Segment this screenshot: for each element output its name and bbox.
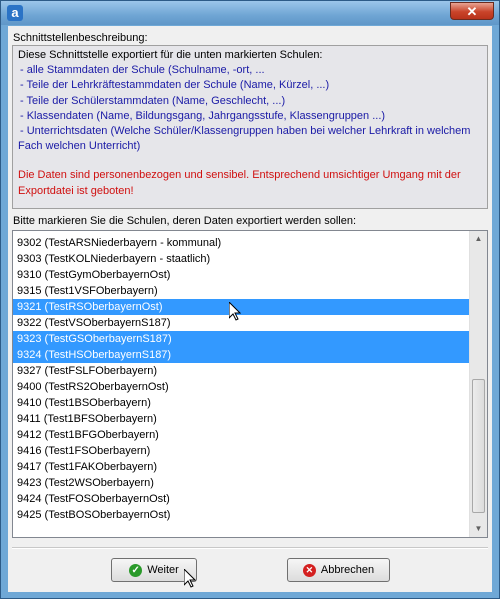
scrollbar-thumb[interactable] xyxy=(472,379,485,513)
school-list-item[interactable]: 9321 (TestRSOberbayernOst) xyxy=(13,299,469,315)
cancel-icon: ✕ xyxy=(302,563,316,577)
abbrechen-button[interactable]: ✕ Abbrechen xyxy=(287,558,390,582)
school-list-title: Bitte markieren Sie die Schulen, deren D… xyxy=(13,215,357,227)
checkmark-icon: ✓ xyxy=(129,563,143,577)
school-list-item[interactable]: 9425 (TestBOSOberbayernOst) xyxy=(13,507,469,523)
school-list-item[interactable]: 9324 (TestHSOberbayernS187) xyxy=(13,347,469,363)
school-list-item[interactable]: 9310 (TestGymOberbayernOst) xyxy=(13,267,469,283)
school-list-item[interactable]: 9302 (TestARSNiederbayern - kommunal) xyxy=(13,235,469,251)
scroll-up-button[interactable]: ▲ xyxy=(471,231,486,247)
description-title: Schnittstellenbeschreibung: xyxy=(13,32,148,44)
privacy-warning-line: Exportdatei ist geboten! xyxy=(18,184,134,197)
scroll-down-button[interactable]: ▼ xyxy=(471,521,486,537)
button-separator xyxy=(12,547,488,549)
school-list-item[interactable]: 9315 (Test1VSFOberbayern) xyxy=(13,283,469,299)
school-list-item[interactable]: 9411 (Test1BFSOberbayern) xyxy=(13,411,469,427)
school-list-item[interactable]: 9424 (TestFOSOberbayernOst) xyxy=(13,491,469,507)
app-logo-icon: a xyxy=(7,5,23,21)
description-item: - Klassendaten (Name, Bildungsgang, Jahr… xyxy=(20,109,386,122)
school-list-item[interactable]: 9322 (TestVSOberbayernS187) xyxy=(13,315,469,331)
school-list-scrollbar[interactable]: ▲ ▼ xyxy=(469,231,487,537)
export-dialog-window: a ✕ Schnittstellenbeschreibung: Diese Sc… xyxy=(0,0,500,599)
description-item: - alle Stammdaten der Schule (Schulname,… xyxy=(20,64,265,77)
abbrechen-button-label: Abbrechen xyxy=(320,564,375,576)
school-list-item[interactable]: 9417 (Test1FAKOberbayern) xyxy=(13,459,469,475)
close-button[interactable]: ✕ xyxy=(450,2,494,20)
description-intro: Diese Schnittstelle exportiert für die u… xyxy=(18,49,323,61)
description-item: Fach welchen Unterricht) xyxy=(18,140,141,153)
school-list-item[interactable]: 9423 (Test2WSOberbayern) xyxy=(13,475,469,491)
dialog-client-area: Schnittstellenbeschreibung: Diese Schnit… xyxy=(8,26,492,592)
school-listbox[interactable]: 9302 (TestARSNiederbayern - kommunal) 930… xyxy=(12,230,488,538)
school-list-item[interactable]: 9400 (TestRS2OberbayernOst) xyxy=(13,379,469,395)
school-list-item[interactable]: 9327 (TestFSLFOberbayern) xyxy=(13,363,469,379)
description-item: - Teile der Schülerstammdaten (Name, Ges… xyxy=(20,94,286,107)
school-list-rows: 9302 (TestARSNiederbayern - kommunal) 930… xyxy=(13,235,469,523)
school-list-item[interactable]: 9410 (Test1BSOberbayern) xyxy=(13,395,469,411)
school-list-item[interactable]: 9323 (TestGSOberbayernS187) xyxy=(13,331,469,347)
description-item: - Teile der Lehrkräftestammdaten der Sch… xyxy=(20,79,330,92)
school-list-item[interactable]: 9303 (TestKOLNiederbayern - staatlich) xyxy=(13,251,469,267)
title-bar[interactable]: a ✕ xyxy=(1,1,499,25)
description-box: Diese Schnittstelle exportiert für die u… xyxy=(12,45,488,209)
privacy-warning-line: Die Daten sind personenbezogen und sensi… xyxy=(18,169,461,182)
school-list-item[interactable]: 9412 (Test1BFGOberbayern) xyxy=(13,427,469,443)
weiter-button-label: Weiter xyxy=(147,564,179,576)
school-list-item[interactable]: 9416 (Test1FSOberbayern) xyxy=(13,443,469,459)
description-item: - Unterrichtsdaten (Welche Schüler/Klass… xyxy=(20,125,471,138)
